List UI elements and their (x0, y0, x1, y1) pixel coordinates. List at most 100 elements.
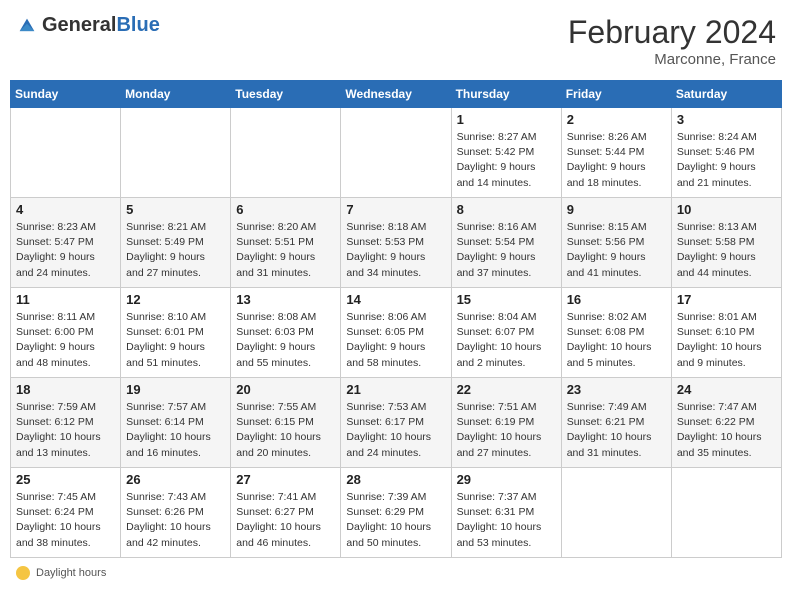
month-year-title: February 2024 (568, 14, 776, 51)
day-info: Sunrise: 8:04 AM Sunset: 6:07 PM Dayligh… (457, 310, 556, 371)
day-number: 14 (346, 292, 445, 307)
calendar-day-7: 7 Sunrise: 8:18 AM Sunset: 5:53 PM Daylig… (341, 198, 451, 288)
legend-label: Daylight hours (36, 567, 106, 579)
weekday-header-wednesday: Wednesday (341, 81, 451, 108)
weekday-header-row: SundayMondayTuesdayWednesdayThursdayFrid… (11, 81, 782, 108)
calendar-day-25: 25 Sunrise: 7:45 AM Sunset: 6:24 PM Dayli… (11, 468, 121, 558)
day-info: Sunrise: 8:20 AM Sunset: 5:51 PM Dayligh… (236, 220, 335, 281)
calendar-day-9: 9 Sunrise: 8:15 AM Sunset: 5:56 PM Daylig… (561, 198, 671, 288)
calendar-week-row: 11Sunrise: 8:11 AM Sunset: 6:00 PM Dayli… (11, 288, 782, 378)
weekday-header-monday: Monday (121, 81, 231, 108)
calendar-empty-cell (121, 108, 231, 198)
day-info: Sunrise: 8:15 AM Sunset: 5:56 PM Dayligh… (567, 220, 666, 281)
daylight-icon (16, 566, 30, 580)
logo-icon (16, 15, 38, 37)
day-number: 6 (236, 202, 335, 217)
weekday-header-thursday: Thursday (451, 81, 561, 108)
page-header: GeneralBlue February 2024 Marconne, Fran… (10, 10, 782, 72)
legend: Daylight hours (10, 564, 782, 582)
calendar-day-24: 24 Sunrise: 7:47 AM Sunset: 6:22 PM Dayli… (671, 378, 781, 468)
day-info: Sunrise: 7:37 AM Sunset: 6:31 PM Dayligh… (457, 490, 556, 551)
day-info: Sunrise: 7:49 AM Sunset: 6:21 PM Dayligh… (567, 400, 666, 461)
calendar-day-14: 14 Sunrise: 8:06 AM Sunset: 6:05 PM Dayli… (341, 288, 451, 378)
day-number: 21 (346, 382, 445, 397)
day-number: 9 (567, 202, 666, 217)
day-info: Sunrise: 8:21 AM Sunset: 5:49 PM Dayligh… (126, 220, 225, 281)
day-info: Sunrise: 7:59 AM Sunset: 6:12 PM Dayligh… (16, 400, 115, 461)
day-info: Sunrise: 7:57 AM Sunset: 6:14 PM Dayligh… (126, 400, 225, 461)
day-number: 5 (126, 202, 225, 217)
calendar-day-23: 23Sunrise: 7:49 AM Sunset: 6:21 PM Dayli… (561, 378, 671, 468)
day-info: Sunrise: 8:13 AM Sunset: 5:58 PM Dayligh… (677, 220, 776, 281)
calendar-day-6: 6 Sunrise: 8:20 AM Sunset: 5:51 PM Daylig… (231, 198, 341, 288)
calendar-day-17: 17 Sunrise: 8:01 AM Sunset: 6:10 PM Dayli… (671, 288, 781, 378)
day-number: 17 (677, 292, 776, 307)
day-number: 13 (236, 292, 335, 307)
calendar-week-row: 4 Sunrise: 8:23 AM Sunset: 5:47 PM Daylig… (11, 198, 782, 288)
day-number: 27 (236, 472, 335, 487)
day-info: Sunrise: 7:51 AM Sunset: 6:19 PM Dayligh… (457, 400, 556, 461)
title-area: February 2024 Marconne, France (568, 14, 776, 68)
logo-general: General (42, 14, 116, 36)
day-info: Sunrise: 8:01 AM Sunset: 6:10 PM Dayligh… (677, 310, 776, 371)
calendar-table: SundayMondayTuesdayWednesdayThursdayFrid… (10, 80, 782, 558)
day-number: 25 (16, 472, 115, 487)
logo-blue: Blue (116, 14, 159, 36)
calendar-empty-cell (671, 468, 781, 558)
day-number: 15 (457, 292, 556, 307)
day-number: 28 (346, 472, 445, 487)
calendar-empty-cell (561, 468, 671, 558)
day-number: 4 (16, 202, 115, 217)
day-info: Sunrise: 8:23 AM Sunset: 5:47 PM Dayligh… (16, 220, 115, 281)
calendar-day-16: 16 Sunrise: 8:02 AM Sunset: 6:08 PM Dayli… (561, 288, 671, 378)
calendar-empty-cell (231, 108, 341, 198)
calendar-day-28: 28Sunrise: 7:39 AM Sunset: 6:29 PM Dayli… (341, 468, 451, 558)
day-number: 22 (457, 382, 556, 397)
day-number: 26 (126, 472, 225, 487)
day-info: Sunrise: 7:45 AM Sunset: 6:24 PM Dayligh… (16, 490, 115, 551)
day-info: Sunrise: 8:18 AM Sunset: 5:53 PM Dayligh… (346, 220, 445, 281)
calendar-day-10: 10 Sunrise: 8:13 AM Sunset: 5:58 PM Dayli… (671, 198, 781, 288)
location-subtitle: Marconne, France (568, 51, 776, 68)
day-number: 1 (457, 112, 556, 127)
day-number: 3 (677, 112, 776, 127)
day-number: 12 (126, 292, 225, 307)
day-info: Sunrise: 8:08 AM Sunset: 6:03 PM Dayligh… (236, 310, 335, 371)
weekday-header-sunday: Sunday (11, 81, 121, 108)
day-info: Sunrise: 7:47 AM Sunset: 6:22 PM Dayligh… (677, 400, 776, 461)
day-info: Sunrise: 8:26 AM Sunset: 5:44 PM Dayligh… (567, 130, 666, 191)
day-info: Sunrise: 8:02 AM Sunset: 6:08 PM Dayligh… (567, 310, 666, 371)
logo: GeneralBlue (16, 14, 160, 37)
calendar-day-22: 22 Sunrise: 7:51 AM Sunset: 6:19 PM Dayli… (451, 378, 561, 468)
calendar-day-3: 3 Sunrise: 8:24 AM Sunset: 5:46 PM Daylig… (671, 108, 781, 198)
day-number: 10 (677, 202, 776, 217)
day-info: Sunrise: 8:16 AM Sunset: 5:54 PM Dayligh… (457, 220, 556, 281)
day-number: 8 (457, 202, 556, 217)
day-info: Sunrise: 8:27 AM Sunset: 5:42 PM Dayligh… (457, 130, 556, 191)
calendar-day-20: 20Sunrise: 7:55 AM Sunset: 6:15 PM Dayli… (231, 378, 341, 468)
calendar-day-21: 21 Sunrise: 7:53 AM Sunset: 6:17 PM Dayli… (341, 378, 451, 468)
weekday-header-tuesday: Tuesday (231, 81, 341, 108)
day-number: 2 (567, 112, 666, 127)
day-number: 20 (236, 382, 335, 397)
day-info: Sunrise: 7:41 AM Sunset: 6:27 PM Dayligh… (236, 490, 335, 551)
calendar-empty-cell (11, 108, 121, 198)
calendar-day-26: 26 Sunrise: 7:43 AM Sunset: 6:26 PM Dayli… (121, 468, 231, 558)
day-info: Sunrise: 7:43 AM Sunset: 6:26 PM Dayligh… (126, 490, 225, 551)
logo-text: GeneralBlue (42, 14, 160, 37)
calendar-day-1: 1 Sunrise: 8:27 AM Sunset: 5:42 PM Daylig… (451, 108, 561, 198)
day-number: 24 (677, 382, 776, 397)
calendar-day-18: 18Sunrise: 7:59 AM Sunset: 6:12 PM Dayli… (11, 378, 121, 468)
calendar-day-11: 11Sunrise: 8:11 AM Sunset: 6:00 PM Dayli… (11, 288, 121, 378)
day-number: 7 (346, 202, 445, 217)
calendar-day-2: 2 Sunrise: 8:26 AM Sunset: 5:44 PM Daylig… (561, 108, 671, 198)
calendar-day-13: 13 Sunrise: 8:08 AM Sunset: 6:03 PM Dayli… (231, 288, 341, 378)
day-number: 16 (567, 292, 666, 307)
calendar-day-19: 19Sunrise: 7:57 AM Sunset: 6:14 PM Dayli… (121, 378, 231, 468)
day-info: Sunrise: 8:06 AM Sunset: 6:05 PM Dayligh… (346, 310, 445, 371)
day-info: Sunrise: 7:53 AM Sunset: 6:17 PM Dayligh… (346, 400, 445, 461)
calendar-day-4: 4 Sunrise: 8:23 AM Sunset: 5:47 PM Daylig… (11, 198, 121, 288)
calendar-day-15: 15 Sunrise: 8:04 AM Sunset: 6:07 PM Dayli… (451, 288, 561, 378)
calendar-empty-cell (341, 108, 451, 198)
day-info: Sunrise: 8:24 AM Sunset: 5:46 PM Dayligh… (677, 130, 776, 191)
